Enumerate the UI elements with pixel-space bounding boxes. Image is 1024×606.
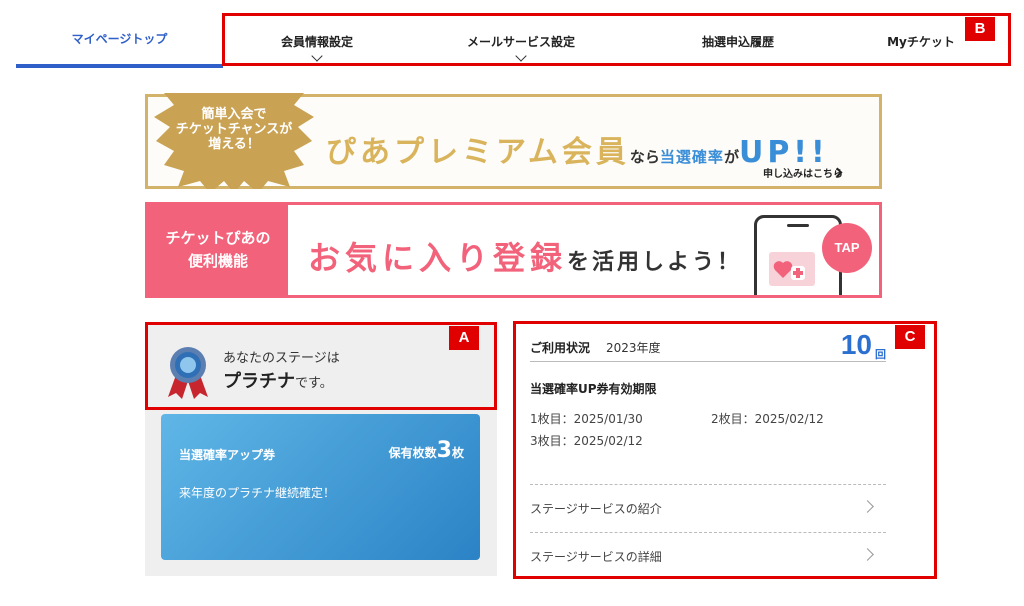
apply-link[interactable]: 申し込みはこちら <box>763 165 843 180</box>
nav-item-member-settings-label: 会員情報設定 <box>280 35 353 49</box>
stage-service-intro-label: ステージサービスの紹介 <box>530 502 662 516</box>
ticket-title: 当選確率アップ券 <box>179 448 276 462</box>
stage-prefix: あなたのステージは <box>223 351 340 366</box>
probability-ticket-card: 当選確率アップ券 保有枚数3枚 来年度のプラチナ継続確定！ <box>161 414 480 560</box>
stage-service-detail-label: ステージサービスの詳細 <box>530 550 662 564</box>
usage-year: 2023年度 <box>606 341 661 355</box>
ticket-count: 保有枚数3枚 <box>389 438 464 463</box>
premium-nara: なら <box>629 148 660 166</box>
nav-item-my-ticket-label: Myチケット <box>887 35 955 49</box>
tap-badge: TAP <box>822 223 872 273</box>
premium-ga: が <box>723 148 739 166</box>
chevron-down-icon <box>311 50 323 62</box>
ticket-message: 来年度のプラチナ継続確定！ <box>179 486 336 500</box>
medal-icon <box>168 347 208 399</box>
stage-service-detail-link[interactable]: ステージサービスの詳細 <box>530 532 886 576</box>
stage-box: あなたのステージは プラチナです。 A <box>145 322 497 410</box>
favorites-banner-label-block: チケットぴあの 便利機能 <box>148 205 288 295</box>
annotation-tag-b: B <box>965 17 995 41</box>
expiry-date-1: 1枚目：2025/01/30 <box>530 412 643 426</box>
favorites-banner-label-line1: チケットぴあの <box>165 229 271 247</box>
nav-item-member-settings[interactable]: 会員情報設定 <box>267 33 367 62</box>
stage-name-value: プラチナ <box>223 371 295 392</box>
stage-suffix: です。 <box>295 376 333 391</box>
stage-name: プラチナです。 <box>223 367 333 393</box>
chevron-right-icon <box>861 500 874 513</box>
premium-name: ぴあプレミアム会員 <box>326 135 630 170</box>
usage-title: ご利用状況 <box>530 341 591 355</box>
nav-item-mail-service-label: メールサービス設定 <box>466 35 575 49</box>
nav-item-lottery-history-label: 抽選申込履歴 <box>701 35 774 49</box>
favorites-banner[interactable]: チケットぴあの 便利機能 お気に入り登録を活用しよう！ TAP <box>145 202 882 298</box>
premium-highlight: 当選確率 <box>659 148 724 166</box>
annotation-tag-c: C <box>895 325 925 349</box>
favorites-headline-rest: を活用しよう！ <box>567 250 743 275</box>
ticket-count-unit: 枚 <box>451 446 464 460</box>
ticket-count-label: 保有枚数 <box>388 446 437 460</box>
premium-member-banner[interactable]: 簡単入会で チケットチャンスが 増える！ ぴあプレミアム会員なら当選確率がUP!… <box>145 93 882 189</box>
nav-tab-mypage-top[interactable]: マイページトップ <box>16 0 223 68</box>
favorites-banner-label: チケットぴあの 便利機能 <box>148 227 288 273</box>
nav-item-mail-service[interactable]: メールサービス設定 <box>451 33 591 62</box>
expiry-date-2: 2枚目：2025/02/12 <box>711 412 824 426</box>
chevron-right-icon <box>861 548 874 561</box>
usage-status-panel: ご利用状況 2023年度 10 回 C 当選確率UP券有効期限 1枚目：2025… <box>513 321 937 579</box>
favorites-banner-label-line2: 便利機能 <box>187 252 248 270</box>
badge-text: 簡単入会で チケットチャンスが 増える！ <box>175 107 293 152</box>
nav-tab-mypage-top-label: マイページトップ <box>71 32 168 46</box>
premium-headline: ぴあプレミアム会員なら当選確率がUP!! <box>326 127 829 171</box>
usage-count-unit: 回 <box>875 348 886 361</box>
heart-plus-icon <box>769 252 815 286</box>
phone-speaker <box>787 224 809 227</box>
favorites-headline: お気に入り登録を活用しよう！ <box>308 233 742 279</box>
usage-count: 10 <box>840 329 872 360</box>
annotation-tag-a: A <box>449 326 479 350</box>
nav-item-lottery-history[interactable]: 抽選申込履歴 <box>683 33 793 50</box>
ticket-count-number: 3 <box>436 438 452 463</box>
favorites-headline-main: お気に入り登録 <box>308 239 568 277</box>
nav-menu-box: 会員情報設定 メールサービス設定 抽選申込履歴 Myチケット B <box>222 13 1011 66</box>
chevron-down-icon <box>515 50 527 62</box>
usage-header: ご利用状況 2023年度 10 回 <box>530 329 886 362</box>
expiry-date-3: 3枚目：2025/02/12 <box>530 434 643 448</box>
ticket-expiry-title: 当選確率UP券有効期限 <box>530 382 657 396</box>
nav-item-my-ticket[interactable]: Myチケット <box>871 33 971 50</box>
stage-service-intro-link[interactable]: ステージサービスの紹介 <box>530 484 886 528</box>
global-nav: マイページトップ 会員情報設定 メールサービス設定 抽選申込履歴 Myチケット … <box>0 0 1024 70</box>
